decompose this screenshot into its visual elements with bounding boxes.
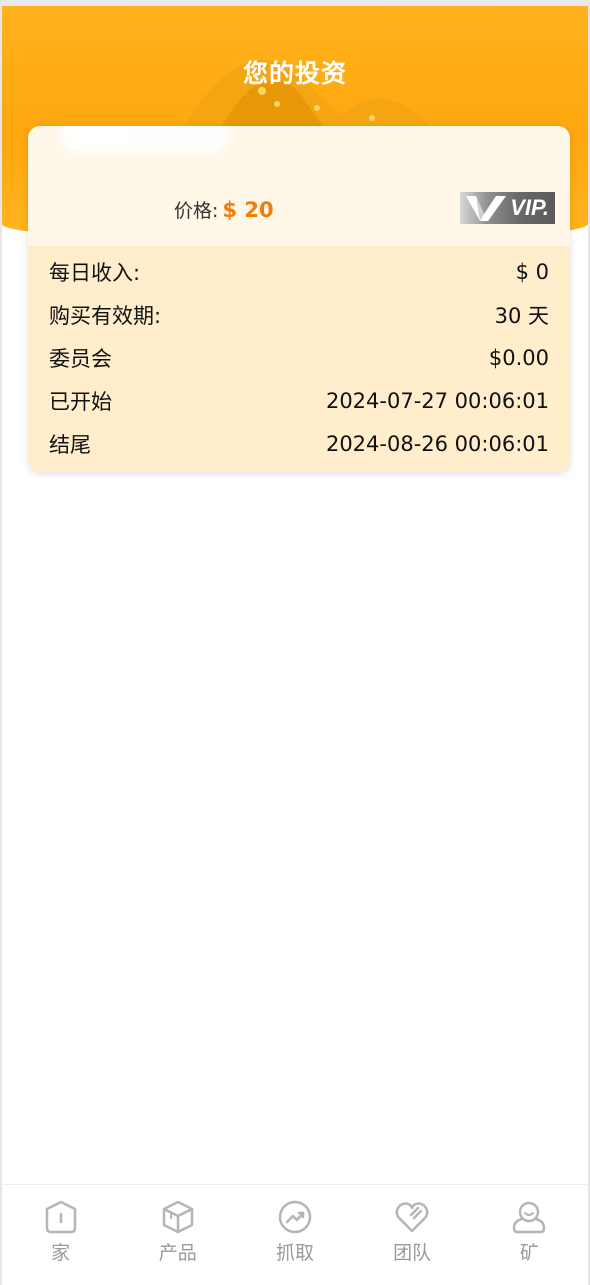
detail-row-end: 结尾 2024-08-26 00:06:01 xyxy=(49,422,549,465)
detail-value: 30 天 xyxy=(494,303,549,328)
price-row: 价格: $ 20 xyxy=(174,196,274,223)
bottom-nav: 家 产品 抓取 团队 矿 xyxy=(2,1184,588,1285)
detail-value: 2024-08-26 00:06:01 xyxy=(325,431,549,456)
vip-badge: VIP. xyxy=(460,192,555,224)
details-list: 每日收入: $ 0 购买有效期: 30 天 委员会 $0.00 已开始 2024… xyxy=(28,246,570,472)
page-title: 您的投资 xyxy=(242,59,347,88)
trend-icon xyxy=(278,1200,312,1234)
user-icon xyxy=(513,1201,546,1234)
nav-item-home[interactable]: 家 xyxy=(21,1199,101,1265)
nav-item-grab[interactable]: 抓取 xyxy=(255,1199,335,1265)
nav-label: 产品 xyxy=(158,1242,197,1264)
nav-label: 家 xyxy=(51,1242,71,1264)
detail-value: $0.00 xyxy=(488,345,549,370)
nav-label: 抓取 xyxy=(275,1242,314,1264)
heart-icon xyxy=(395,1202,429,1233)
investment-card: 价格: $ 20 VIP. 每日收入: $ 0 购买有效期: 30 天 委员会 … xyxy=(28,126,570,472)
detail-value: 2024-07-27 00:06:01 xyxy=(325,388,549,413)
detail-label: 每日收入: xyxy=(49,260,141,285)
detail-label: 委员会 xyxy=(49,346,112,371)
home-icon xyxy=(45,1200,76,1234)
vip-text: VIP. xyxy=(510,195,549,220)
vip-v-icon xyxy=(466,196,506,221)
nav-item-team[interactable]: 团队 xyxy=(372,1199,452,1265)
page: 您的投资 价格: $ 20 VIP. 每日收入: $ 0 购买有效期: 30 天 xyxy=(0,0,590,1285)
detail-label: 结尾 xyxy=(49,432,91,457)
detail-label: 购买有效期: xyxy=(49,303,162,328)
nav-label: 团队 xyxy=(393,1242,432,1264)
nav-label: 矿 xyxy=(519,1242,539,1264)
box-icon xyxy=(162,1200,194,1234)
detail-row-daily-income: 每日收入: $ 0 xyxy=(49,250,549,293)
detail-row-started: 已开始 2024-07-27 00:06:01 xyxy=(49,379,549,422)
nav-item-products[interactable]: 产品 xyxy=(138,1199,218,1265)
detail-label: 已开始 xyxy=(49,389,112,414)
price-value: $ 20 xyxy=(222,198,274,222)
nav-item-mine[interactable]: 矿 xyxy=(489,1199,569,1265)
detail-row-commission: 委员会 $0.00 xyxy=(49,336,549,379)
blurred-product-name xyxy=(60,126,230,154)
detail-value: $ 0 xyxy=(515,259,549,284)
detail-row-validity: 购买有效期: 30 天 xyxy=(49,293,549,336)
price-label: 价格: xyxy=(174,200,219,222)
